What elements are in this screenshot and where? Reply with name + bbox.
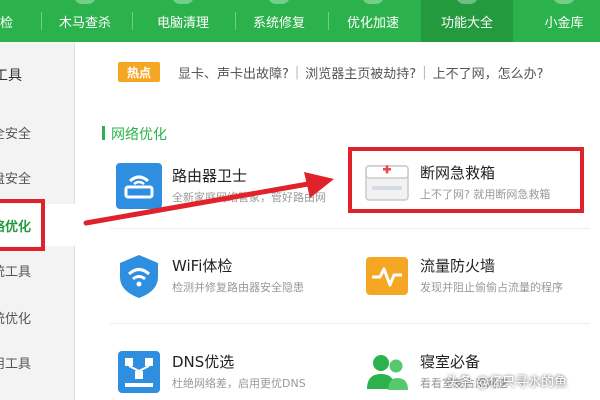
tab-all-features[interactable]: 功能大全 — [421, 0, 513, 42]
tool-name: 寝室必备 — [420, 353, 481, 371]
sidebar-item-label: 用工具 — [0, 356, 32, 372]
tab-label: 检 — [0, 15, 14, 31]
row-divider — [110, 323, 590, 324]
hot-link-network[interactable]: 上不了网，怎么办? — [433, 63, 544, 82]
dorm-users-icon — [367, 355, 408, 390]
row-divider — [110, 228, 590, 229]
tool-name: DNS优选 — [172, 353, 235, 371]
tool-name: 路由器卫士 — [172, 167, 248, 185]
wifi-icon — [120, 255, 158, 298]
tool-name: WiFi体检 — [172, 257, 233, 275]
highlight-box-tool — [348, 147, 584, 213]
tool-router-guard[interactable]: 路由器卫士 全新家庭网络管家，管好路由网 — [116, 163, 346, 223]
router-icon — [116, 163, 162, 209]
tool-desc: 全新家庭网络管家，管好路由网 — [172, 191, 326, 204]
tab-icon — [362, 0, 384, 4]
sidebar-item-label: 统工具 — [0, 264, 32, 280]
tab-label: 电脑清理 — [156, 15, 209, 31]
tab-trojan-scan[interactable]: 木马查杀 — [46, 0, 124, 42]
tab-icon — [268, 0, 290, 4]
tab-checkup[interactable]: 检 — [0, 0, 22, 42]
tool-name: 流量防火墙 — [420, 257, 496, 275]
watermark: 头条 @亿只寻水的鱼 — [446, 375, 568, 390]
tab-system-repair[interactable]: 系统修复 — [240, 0, 318, 42]
sidebar-item-label: 统优化 — [0, 311, 32, 327]
sidebar-item-label: 全安全 — [0, 126, 32, 142]
traffic-firewall-icon — [366, 257, 408, 295]
hot-divider: | — [422, 64, 427, 80]
sidebar-item-system-tools[interactable]: 统工具 — [0, 255, 75, 285]
tab-icon — [74, 0, 96, 4]
sidebar-item-utilities[interactable]: 用工具 — [0, 347, 75, 377]
tab-icon — [172, 0, 194, 4]
tool-desc: 发现并阻止偷偷占流量的程序 — [420, 281, 563, 294]
tab-label: 木马查杀 — [58, 15, 111, 31]
nav-divider — [235, 12, 236, 30]
nav-divider — [328, 12, 329, 30]
tab-label: 优化加速 — [346, 15, 399, 31]
section-title: 网络优化 — [111, 127, 167, 143]
hot-link-driver[interactable]: 显卡、声卡出故障? — [178, 63, 289, 82]
sidebar-item-disk-security[interactable]: 盘安全 — [0, 162, 75, 192]
nav-divider — [41, 12, 42, 30]
tab-label: 功能大全 — [440, 15, 493, 31]
dns-icon — [118, 351, 160, 393]
tab-label: 小金库 — [544, 15, 584, 31]
tool-desc: 检测并修复路由器安全隐患 — [172, 281, 304, 294]
tab-vault[interactable]: 小金库 — [528, 0, 600, 42]
top-nav: 检 木马查杀 电脑清理 系统修复 优化加速 功能大全 小金库 — [0, 0, 600, 42]
section-marker — [102, 126, 105, 140]
tab-label: 系统修复 — [252, 15, 305, 31]
sidebar-item-label: 工具 — [0, 68, 22, 84]
tool-wifi-check[interactable]: WiFi体检 检测并修复路由器安全隐患 — [116, 253, 346, 313]
sidebar-item-label: 盘安全 — [0, 171, 32, 187]
tool-traffic-firewall[interactable]: 流量防火墙 发现并阻止偷偷占流量的程序 — [364, 253, 590, 313]
hot-divider: | — [294, 64, 300, 80]
tool-dns-optimize[interactable]: DNS优选 杜绝网络差，启用更优DNS — [116, 349, 346, 400]
tab-icon — [553, 0, 575, 4]
hot-badge: 热点 — [118, 62, 160, 82]
sidebar-item-system-optimize[interactable]: 统优化 — [0, 302, 75, 332]
tab-icon — [456, 0, 478, 4]
tab-optimize-speedup[interactable]: 优化加速 — [334, 0, 412, 42]
tool-desc: 杜绝网络差，启用更优DNS — [172, 377, 306, 390]
sidebar-item-security[interactable]: 全安全 — [0, 117, 75, 147]
hot-topics-bar: 热点 显卡、声卡出故障? | 浏览器主页被劫持? | 上不了网，怎么办? — [118, 61, 544, 83]
nav-divider — [132, 12, 133, 30]
sidebar-header: 工具 — [0, 60, 75, 90]
tab-pc-cleanup[interactable]: 电脑清理 — [140, 0, 226, 42]
hot-link-browser[interactable]: 浏览器主页被劫持? — [305, 63, 416, 82]
highlight-box-sidebar — [0, 199, 45, 251]
